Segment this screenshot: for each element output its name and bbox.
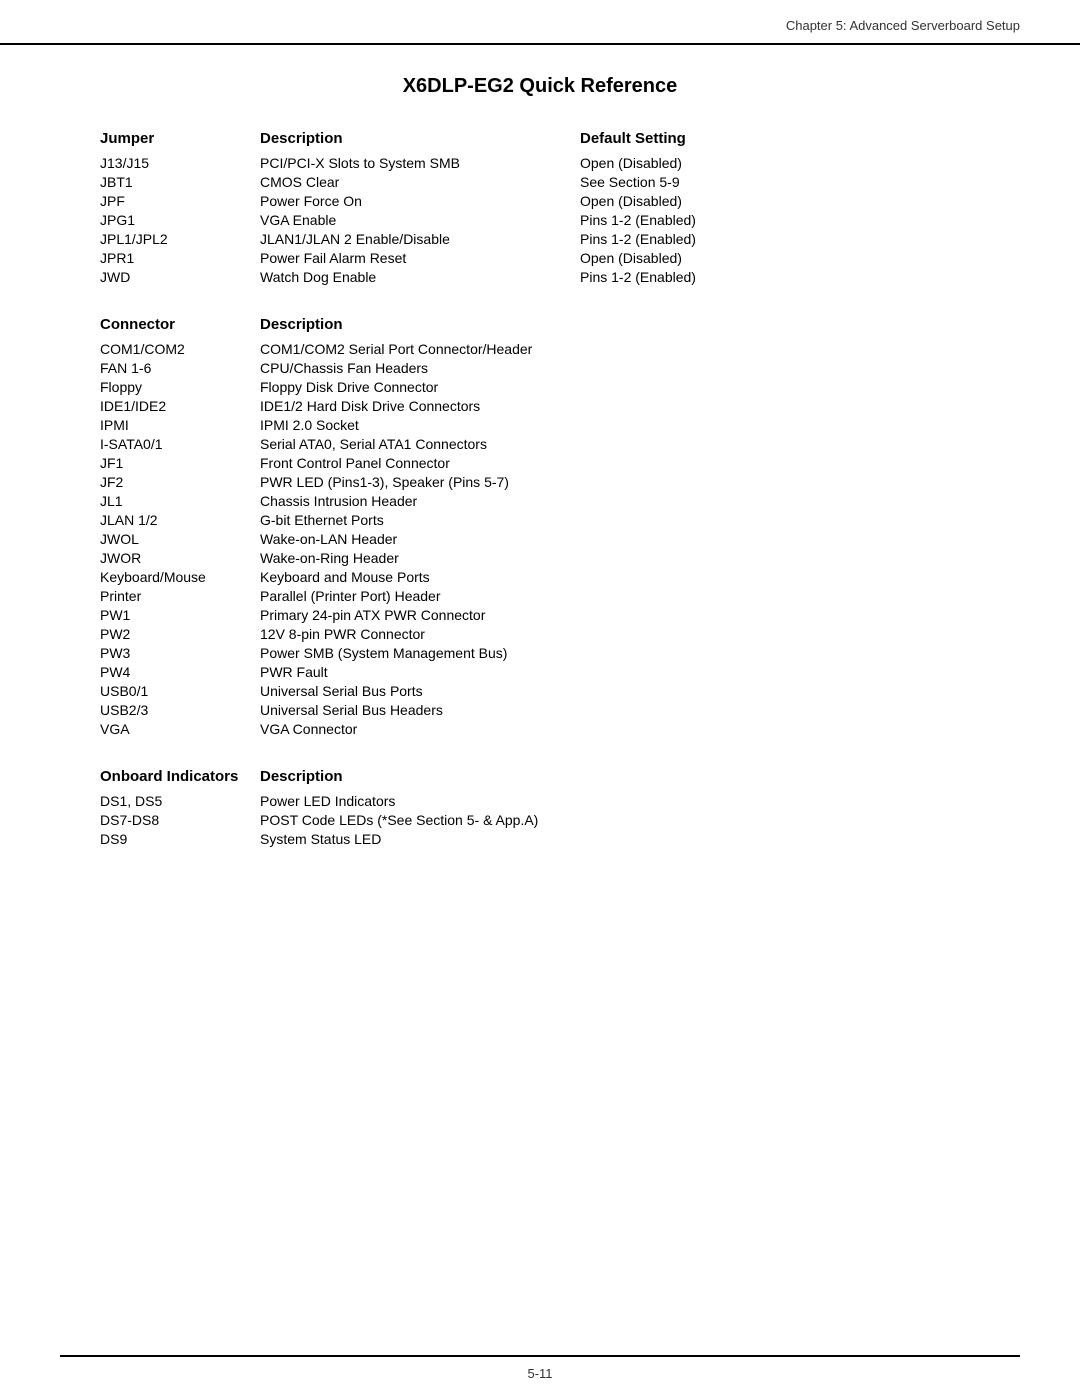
table-row: Front Control Panel Connector — [260, 453, 980, 472]
table-row: COM1/COM2 — [100, 339, 260, 358]
table-row: DS9 — [100, 829, 260, 848]
table-row: Chassis Intrusion Header — [260, 491, 980, 510]
table-row: USB2/3 — [100, 700, 260, 719]
table-row: COM1/COM2 Serial Port Connector/Header — [260, 339, 980, 358]
table-row: IDE1/2 Hard Disk Drive Connectors — [260, 396, 980, 415]
table-row: JWOR — [100, 548, 260, 567]
bottom-divider — [60, 1355, 1020, 1357]
table-row: Universal Serial Bus Ports — [260, 681, 980, 700]
table-row: J13/J15 — [100, 153, 260, 172]
table-row: G-bit Ethernet Ports — [260, 510, 980, 529]
table-row: IDE1/IDE2 — [100, 396, 260, 415]
jumper-table: Jumper Description Default Setting — [100, 128, 980, 153]
table-row: JPF — [100, 191, 260, 210]
table-row: Floppy Disk Drive Connector — [260, 377, 980, 396]
table-row: PW1 — [100, 605, 260, 624]
page-number: 5-11 — [0, 1366, 1080, 1381]
connector-col-header-0: Connector — [100, 314, 260, 339]
table-row: PCI/PCI-X Slots to System SMB — [260, 153, 580, 172]
table-row: JLAN 1/2 — [100, 510, 260, 529]
jumper-col-header-0: Jumper — [100, 128, 260, 153]
content-area: X6DLP-EG2 Quick Reference Jumper Descrip… — [0, 45, 1080, 956]
table-row: USB0/1 — [100, 681, 260, 700]
table-row: PW4 — [100, 662, 260, 681]
table-row: Power LED Indicators — [260, 791, 980, 810]
table-row: VGA Enable — [260, 210, 580, 229]
chapter-label: Chapter 5: Advanced Serverboard Setup — [786, 18, 1020, 33]
table-row: IPMI 2.0 Socket — [260, 415, 980, 434]
table-row: System Status LED — [260, 829, 980, 848]
connector-section: Connector Description COM1/COM2COM1/COM2… — [100, 314, 980, 738]
table-row: Power SMB (System Management Bus) — [260, 643, 980, 662]
jumper-section: Jumper Description Default Setting J13/J… — [100, 128, 980, 286]
table-row: VGA — [100, 719, 260, 738]
table-row: Serial ATA0, Serial ATA1 Connectors — [260, 434, 980, 453]
jumper-col-header-1: Description — [260, 128, 580, 153]
table-row: Parallel (Printer Port) Header — [260, 586, 980, 605]
table-row: Open (Disabled) — [580, 191, 980, 210]
table-row: Printer — [100, 586, 260, 605]
table-row: JF2 — [100, 472, 260, 491]
table-row: Pins 1-2 (Enabled) — [580, 210, 980, 229]
table-row: Floppy — [100, 377, 260, 396]
table-row: See Section 5-9 — [580, 172, 980, 191]
table-row: JLAN1/JLAN 2 Enable/Disable — [260, 229, 580, 248]
table-row: Watch Dog Enable — [260, 267, 580, 286]
table-row: Open (Disabled) — [580, 153, 980, 172]
table-row: DS7-DS8 — [100, 810, 260, 829]
table-row: JPR1 — [100, 248, 260, 267]
connector-header-row: Connector Description — [100, 314, 980, 339]
table-row: JL1 — [100, 491, 260, 510]
onboard-rows: DS1, DS5Power LED IndicatorsDS7-DS8POST … — [100, 791, 980, 848]
table-row: JWD — [100, 267, 260, 286]
table-row: VGA Connector — [260, 719, 980, 738]
onboard-section: Onboard Indicators Description DS1, DS5P… — [100, 766, 980, 848]
table-row: Keyboard and Mouse Ports — [260, 567, 980, 586]
table-row: CPU/Chassis Fan Headers — [260, 358, 980, 377]
jumper-col-header-2: Default Setting — [580, 128, 980, 153]
table-row: Primary 24-pin ATX PWR Connector — [260, 605, 980, 624]
page-container: Chapter 5: Advanced Serverboard Setup X6… — [0, 0, 1080, 1397]
table-row: JWOL — [100, 529, 260, 548]
table-row: Wake-on-Ring Header — [260, 548, 980, 567]
table-row: PW3 — [100, 643, 260, 662]
table-row: POST Code LEDs (*See Section 5- & App.A) — [260, 810, 980, 829]
table-row: Pins 1-2 (Enabled) — [580, 267, 980, 286]
connector-col-header-1: Description — [260, 314, 980, 339]
table-row: Power Force On — [260, 191, 580, 210]
table-row: Wake-on-LAN Header — [260, 529, 980, 548]
table-row: Power Fail Alarm Reset — [260, 248, 580, 267]
table-row: JBT1 — [100, 172, 260, 191]
jumper-rows: J13/J15PCI/PCI-X Slots to System SMBOpen… — [100, 153, 980, 286]
table-row: FAN 1-6 — [100, 358, 260, 377]
table-row: Open (Disabled) — [580, 248, 980, 267]
table-row: Pins 1-2 (Enabled) — [580, 229, 980, 248]
onboard-col-header-1: Description — [260, 766, 980, 791]
table-row: CMOS Clear — [260, 172, 580, 191]
table-row: JPG1 — [100, 210, 260, 229]
table-row: PWR LED (Pins1-3), Speaker (Pins 5-7) — [260, 472, 980, 491]
table-row: JF1 — [100, 453, 260, 472]
table-row: DS1, DS5 — [100, 791, 260, 810]
table-row: PWR Fault — [260, 662, 980, 681]
table-row: PW2 — [100, 624, 260, 643]
top-header: Chapter 5: Advanced Serverboard Setup — [0, 0, 1080, 45]
table-row: I-SATA0/1 — [100, 434, 260, 453]
table-row: Universal Serial Bus Headers — [260, 700, 980, 719]
table-row: JPL1/JPL2 — [100, 229, 260, 248]
connector-rows: COM1/COM2COM1/COM2 Serial Port Connector… — [100, 339, 980, 738]
table-row: Keyboard/Mouse — [100, 567, 260, 586]
page-title: X6DLP-EG2 Quick Reference — [100, 75, 980, 98]
onboard-header-row: Onboard Indicators Description — [100, 766, 980, 791]
table-row: 12V 8-pin PWR Connector — [260, 624, 980, 643]
table-row: IPMI — [100, 415, 260, 434]
onboard-col-header-0: Onboard Indicators — [100, 766, 260, 791]
